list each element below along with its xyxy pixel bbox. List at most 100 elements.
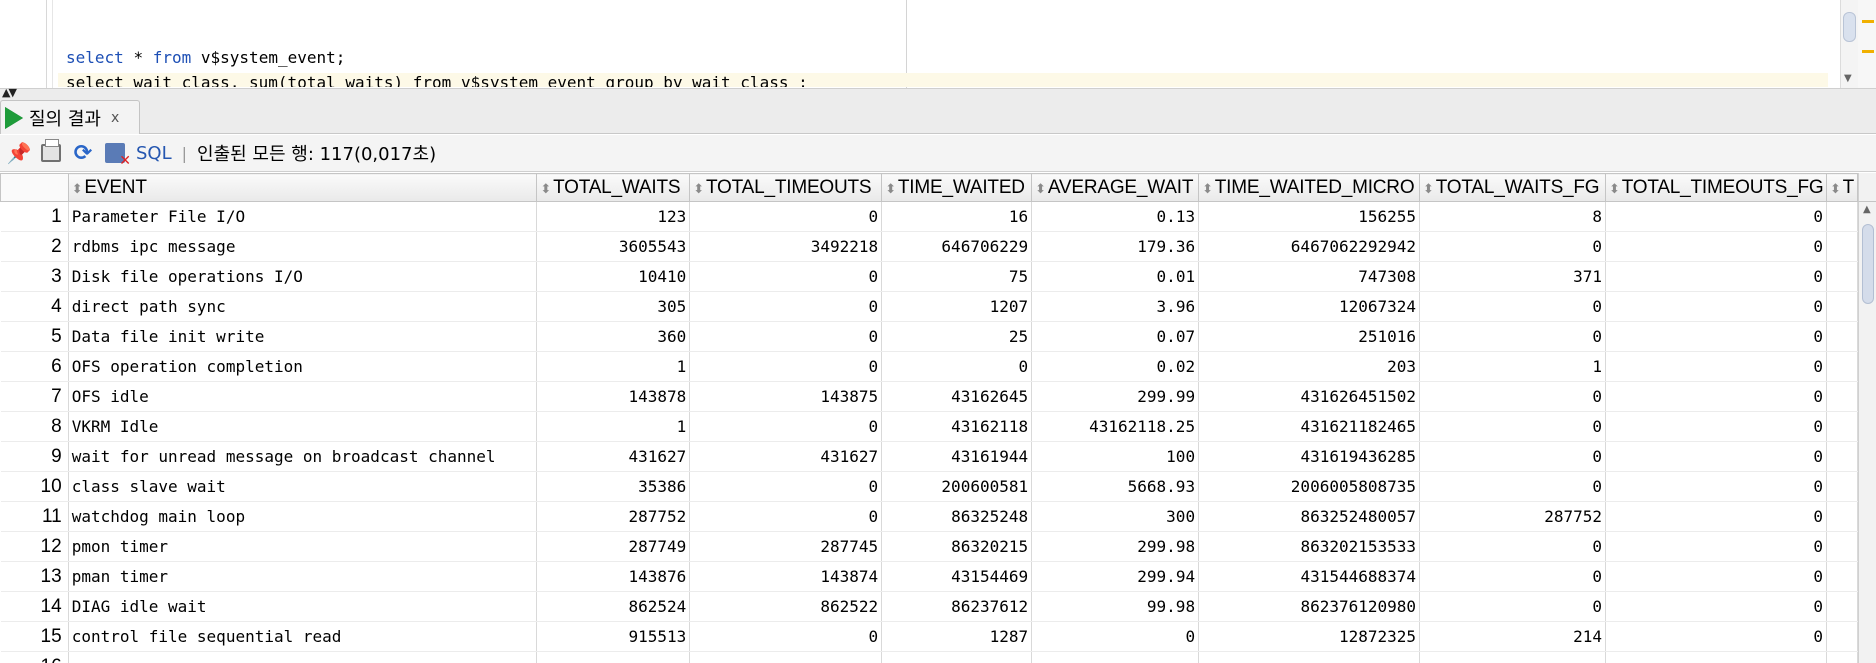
event-cell[interactable]: VKRM Idle <box>68 411 538 442</box>
table-cell[interactable]: 0.01 <box>1031 261 1200 292</box>
table-cell[interactable]: 299.98 <box>1031 531 1200 562</box>
table-cell[interactable] <box>1826 351 1858 382</box>
table-cell[interactable]: 179.36 <box>1031 231 1200 262</box>
table-cell[interactable] <box>1826 201 1858 232</box>
table-cell[interactable]: 156255 <box>1198 201 1421 232</box>
table-row[interactable]: 2 rdbms ipc message 3605543 3492218 64670622… <box>0 231 1858 262</box>
sort-icon[interactable]: ⬍ <box>1202 181 1213 196</box>
table-cell[interactable]: 862524 <box>536 591 691 622</box>
table-cell[interactable]: 0 <box>1419 591 1606 622</box>
result-grid[interactable]: ⬍ EVENT ⬍ TOTAL_WAITS ⬍ TOTAL_TIMEOUTS ⬍ TIME_W… <box>0 173 1858 663</box>
table-cell[interactable]: 214 <box>1419 621 1606 652</box>
print-button[interactable] <box>38 139 64 166</box>
table-row[interactable]: 7 OFS idle 143878 143875 43162645 299.99 43162… <box>0 381 1858 412</box>
sort-icon[interactable]: ⬍ <box>72 181 83 196</box>
table-cell[interactable]: 0 <box>1605 561 1827 592</box>
table-cell[interactable]: 203 <box>1198 351 1421 382</box>
sort-icon[interactable]: ⬍ <box>540 181 551 196</box>
table-cell[interactable] <box>1826 321 1858 352</box>
event-cell[interactable]: control file sequential read <box>68 621 538 652</box>
table-cell[interactable]: 0 <box>689 471 883 502</box>
table-cell[interactable] <box>1826 471 1858 502</box>
table-cell[interactable]: 431626451502 <box>1198 381 1421 412</box>
editor-line-1[interactable]: select * from v$system_event; <box>66 48 345 67</box>
table-cell[interactable]: 305 <box>536 291 691 322</box>
event-cell[interactable]: rdbms ipc message <box>68 231 538 262</box>
table-cell[interactable] <box>1198 651 1421 663</box>
table-cell[interactable] <box>1826 531 1858 562</box>
sort-icon[interactable]: ⬍ <box>1830 181 1841 196</box>
event-cell[interactable]: wait for unread message on broadcast cha… <box>68 441 538 472</box>
sort-icon[interactable]: ⬍ <box>885 181 896 196</box>
table-cell[interactable] <box>1826 411 1858 442</box>
event-cell[interactable]: DIAG idle wait <box>68 591 538 622</box>
table-cell[interactable]: 86325248 <box>881 501 1033 532</box>
table-cell[interactable]: 0 <box>1605 261 1827 292</box>
table-cell[interactable]: 431619436285 <box>1198 441 1421 472</box>
event-cell[interactable] <box>68 651 538 663</box>
table-cell[interactable]: 3492218 <box>689 231 883 262</box>
table-cell[interactable]: 1 <box>536 351 691 382</box>
table-cell[interactable]: 0 <box>1605 291 1827 322</box>
table-cell[interactable]: 6467062292942 <box>1198 231 1421 262</box>
table-cell[interactable] <box>536 651 691 663</box>
table-cell[interactable] <box>1826 651 1858 663</box>
table-cell[interactable]: 0 <box>1419 381 1606 412</box>
table-cell[interactable]: 0 <box>689 351 883 382</box>
table-cell[interactable]: 0 <box>1605 531 1827 562</box>
table-cell[interactable]: 1 <box>1419 351 1606 382</box>
column-header[interactable]: ⬍ TOTAL_WAITS_FG <box>1419 173 1606 202</box>
sort-icon[interactable]: ⬍ <box>1035 181 1046 196</box>
scroll-down-icon[interactable]: ▼ <box>1844 73 1852 84</box>
table-cell[interactable]: 431544688374 <box>1198 561 1421 592</box>
table-row[interactable]: 10 class slave wait 35386 0 200600581 5668.93… <box>0 471 1858 502</box>
event-cell[interactable]: OFS operation completion <box>68 351 538 382</box>
event-cell[interactable]: Parameter File I/O <box>68 201 538 232</box>
table-row[interactable]: 5 Data file init write 360 0 25 0.07 251016 0 0 <box>0 321 1858 352</box>
table-cell[interactable]: 99.98 <box>1031 591 1200 622</box>
table-cell[interactable]: 287749 <box>536 531 691 562</box>
table-cell[interactable]: 12872325 <box>1198 621 1421 652</box>
table-cell[interactable]: 0 <box>689 501 883 532</box>
event-cell[interactable]: Disk file operations I/O <box>68 261 538 292</box>
table-cell[interactable]: 2006005808735 <box>1198 471 1421 502</box>
table-cell[interactable]: 915513 <box>536 621 691 652</box>
table-cell[interactable] <box>1419 651 1606 663</box>
scroll-up-icon[interactable]: ▲ <box>1863 204 1871 215</box>
table-cell[interactable]: 0 <box>1419 321 1606 352</box>
table-cell[interactable]: 1207 <box>881 291 1033 322</box>
table-cell[interactable]: 0 <box>689 201 883 232</box>
table-cell[interactable] <box>1826 561 1858 592</box>
table-row[interactable]: 11 watchdog main loop 287752 0 86325248 300 86… <box>0 501 1858 532</box>
table-cell[interactable]: 16 <box>881 201 1033 232</box>
table-cell[interactable]: 0 <box>1419 561 1606 592</box>
event-cell[interactable]: Data file init write <box>68 321 538 352</box>
table-cell[interactable]: 0 <box>1605 321 1827 352</box>
table-cell[interactable]: 0 <box>689 261 883 292</box>
table-cell[interactable]: 43162118.25 <box>1031 411 1200 442</box>
table-cell[interactable]: 287752 <box>536 501 691 532</box>
sql-editor[interactable]: select * from v$system_event; select wai… <box>0 0 1876 88</box>
table-row[interactable]: 3 Disk file operations I/O 10410 0 75 0.01 747… <box>0 261 1858 292</box>
table-cell[interactable]: 43162118 <box>881 411 1033 442</box>
table-cell[interactable]: 0 <box>1605 501 1827 532</box>
table-cell[interactable]: 1287 <box>881 621 1033 652</box>
table-cell[interactable]: 12067324 <box>1198 291 1421 322</box>
column-header[interactable]: ⬍ T <box>1825 173 1858 202</box>
table-cell[interactable]: 299.99 <box>1031 381 1200 412</box>
table-cell[interactable]: 287745 <box>689 531 883 562</box>
column-header[interactable]: ⬍ TOTAL_WAITS <box>536 173 691 202</box>
tab-query-result[interactable]: 질의 결과 x <box>0 100 140 134</box>
table-cell[interactable]: 862522 <box>689 591 883 622</box>
table-cell[interactable]: 0 <box>1605 351 1827 382</box>
pin-icon[interactable]: 📌 <box>6 140 32 166</box>
table-cell[interactable]: 0.07 <box>1031 321 1200 352</box>
table-cell[interactable]: 0 <box>1419 291 1606 322</box>
table-row[interactable]: 13 pman timer 143876 143874 43154469 299.94 43… <box>0 561 1858 592</box>
table-cell[interactable]: 0 <box>1031 621 1200 652</box>
table-cell[interactable]: 0 <box>1419 411 1606 442</box>
table-cell[interactable]: 863202153533 <box>1198 531 1421 562</box>
table-cell[interactable]: 0 <box>689 411 883 442</box>
table-cell[interactable]: 100 <box>1031 441 1200 472</box>
table-cell[interactable]: 0 <box>1419 531 1606 562</box>
